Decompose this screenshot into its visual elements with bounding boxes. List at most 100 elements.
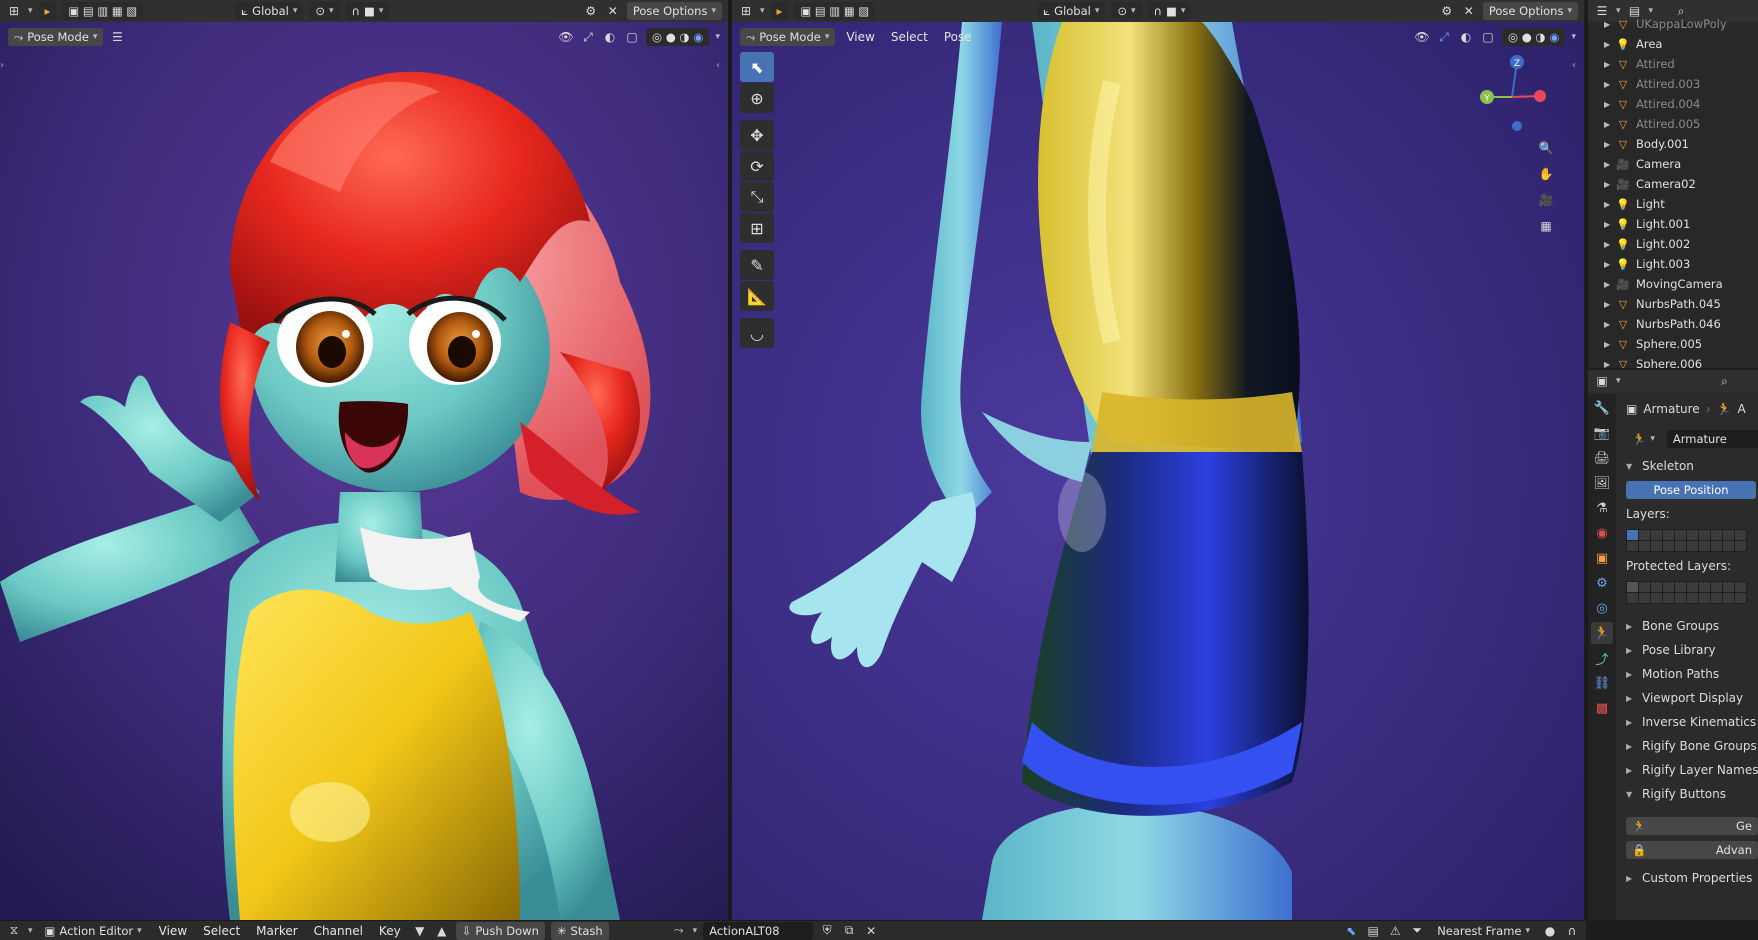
pivot-dropdown[interactable]: ⊙ ▾ — [309, 2, 340, 20]
object-tab-icon[interactable]: ▣ — [1591, 547, 1613, 569]
hand-pan-icon[interactable]: ✋ — [1538, 166, 1554, 182]
menu-key[interactable]: Key — [374, 924, 406, 938]
outliner-item[interactable]: ▶ ▽ Attired.003 — [1588, 74, 1758, 94]
right-mode-dropdown[interactable]: ⤳ Pose Mode ▾ — [740, 28, 836, 46]
pose-position-button[interactable]: Pose Position — [1626, 481, 1756, 499]
outliner-item[interactable]: ▶ ▽ Attired.005 — [1588, 114, 1758, 134]
measure-tool[interactable]: 📐 — [740, 281, 774, 311]
datablock-browse-button[interactable]: 🏃 ▾ — [1626, 430, 1661, 448]
visibility-icon[interactable]: 👁 — [1414, 29, 1430, 45]
select-tool-button[interactable]: ▸ — [770, 2, 789, 20]
proportional-icon[interactable]: ⚙ — [583, 3, 599, 19]
push-down-button[interactable]: ⇩ Push Down — [455, 921, 545, 940]
chevron-right-icon[interactable]: ▶ — [1604, 300, 1610, 309]
editor-type-icon[interactable]: ▣ — [1594, 373, 1610, 389]
chevron-right-icon[interactable]: ▶ — [1604, 240, 1610, 249]
skeleton-panel-header[interactable]: ▼ Skeleton — [1616, 454, 1758, 478]
properties-subpanel[interactable]: ▶ Bone Groups — [1616, 614, 1758, 638]
properties-subpanel[interactable]: ▶ Inverse Kinematics — [1616, 710, 1758, 734]
shading-buttons[interactable]: ◎ ● ◑ ◉ — [1502, 28, 1566, 46]
editor-type-icon[interactable]: ⊞ — [738, 3, 754, 19]
overlay-toggle-icon[interactable]: ◐ — [1458, 29, 1474, 45]
snap-mode-dropdown[interactable]: Nearest Frame ▾ — [1431, 921, 1536, 940]
left-collapse-arrow-icon[interactable]: › — [0, 60, 4, 71]
properties-subpanel[interactable]: ▶ Rigify Bone Groups — [1616, 734, 1758, 758]
outliner-item[interactable]: ▶ 💡 Light.002 — [1588, 234, 1758, 254]
gizmo-toggle-icon[interactable]: ⤢ — [580, 29, 596, 45]
output-tab-icon[interactable]: 🖨 — [1591, 447, 1613, 469]
world-tab-icon[interactable]: ◉ — [1591, 522, 1613, 544]
snap-toggle[interactable]: ∩ ■ ▾ — [1147, 2, 1192, 20]
outliner-item[interactable]: ▶ ▽ UKappaLowPoly — [1588, 14, 1758, 34]
menu-view[interactable]: View — [841, 30, 879, 44]
chevron-right-icon[interactable]: ▶ — [1604, 160, 1610, 169]
select-mode-buttons[interactable]: ▣ ▤ ▥ ▦ ▧ — [794, 2, 876, 20]
outliner-item[interactable]: ▶ 🎥 MovingCamera — [1588, 274, 1758, 294]
pivot-dropdown[interactable]: ⊙ ▾ — [1111, 2, 1142, 20]
proportional-edit-icon[interactable]: ● — [1542, 923, 1558, 939]
properties-subpanel[interactable]: ▶ Rigify Layer Names — [1616, 758, 1758, 782]
chevron-right-icon[interactable]: ▶ — [1604, 80, 1610, 89]
show-hidden-icon[interactable]: ▤ — [1365, 923, 1381, 939]
navigation-gizmo[interactable]: Z Y — [1472, 52, 1552, 132]
modifier-tab-icon[interactable]: ⚙ — [1591, 572, 1613, 594]
fake-user-icon[interactable]: ⛨ — [819, 923, 835, 939]
editor-type-icon[interactable]: ⧖ — [6, 923, 22, 939]
view-layer-tab-icon[interactable]: 🖼 — [1591, 472, 1613, 494]
overlay-toggle-icon[interactable]: ◐ — [602, 29, 618, 45]
outliner-item[interactable]: ▶ ▽ Attired.004 — [1588, 94, 1758, 114]
hamburger-menu-icon[interactable]: ☰ — [109, 29, 125, 45]
breakdowner-tool[interactable]: ◡ — [740, 318, 774, 348]
annotate-tool[interactable]: ✎ — [740, 250, 774, 280]
cursor-tool[interactable]: ⊕ — [740, 83, 774, 113]
outliner-item[interactable]: ▶ 🎥 Camera02 — [1588, 174, 1758, 194]
action-name-field[interactable]: ActionALT08 — [703, 921, 814, 940]
armature-data-tab-icon[interactable]: 🏃 — [1591, 622, 1613, 644]
chevron-right-icon[interactable]: ▶ — [1604, 220, 1610, 229]
chevron-right-icon[interactable]: ▶ — [1604, 200, 1610, 209]
pose-options-dropdown[interactable]: Pose Options ▾ — [1482, 2, 1578, 20]
action-browse-icon[interactable]: ⤳ — [671, 923, 687, 939]
select-tool-button[interactable]: ▸ — [38, 2, 57, 20]
outliner-item[interactable]: ▶ ▽ NurbsPath.046 — [1588, 314, 1758, 334]
left-expand-arrow-icon[interactable]: ‹ — [716, 60, 720, 71]
physics-tab-icon[interactable]: ◎ — [1591, 597, 1613, 619]
interpolation-icon[interactable]: ▲ — [434, 923, 450, 939]
filter-icon[interactable]: ⏷ — [1409, 923, 1425, 939]
chevron-right-icon[interactable]: ▶ — [1604, 320, 1610, 329]
datablock-name-field[interactable]: Armature — [1666, 430, 1758, 448]
editor-type-icon[interactable]: ⊞ — [6, 3, 22, 19]
properties-subpanel[interactable]: ▶ Pose Library — [1616, 638, 1758, 662]
menu-marker[interactable]: Marker — [251, 924, 302, 938]
close-icon[interactable]: ✕ — [1461, 3, 1477, 19]
chevron-right-icon[interactable]: ▶ — [1604, 360, 1610, 369]
perspective-grid-icon[interactable]: ▦ — [1538, 218, 1554, 234]
properties-subpanel[interactable]: ▶ Motion Paths — [1616, 662, 1758, 686]
bone-constraint-tab-icon[interactable]: ⛓ — [1591, 672, 1613, 694]
xray-icon[interactable]: ▢ — [624, 29, 640, 45]
protected-layers-grid[interactable] — [1626, 580, 1747, 604]
outliner-item[interactable]: ▶ ▽ NurbsPath.045 — [1588, 294, 1758, 314]
advanced-options-button[interactable]: 🔒 Advan — [1626, 841, 1758, 859]
generate-rig-button[interactable]: 🏃 Ge — [1626, 817, 1758, 835]
only-errors-icon[interactable]: ⚠ — [1387, 923, 1403, 939]
orientation-dropdown[interactable]: ⟀ Global ▾ — [235, 2, 304, 20]
chevron-right-icon[interactable]: ▶ — [1604, 120, 1610, 129]
rotate-tool[interactable]: ⟳ — [740, 151, 774, 181]
outliner-item[interactable]: ▶ ▽ Body.001 — [1588, 134, 1758, 154]
select-mode-buttons[interactable]: ▣ ▤ ▥ ▦ ▧ — [62, 2, 144, 20]
scale-tool[interactable]: ⤡ — [740, 182, 774, 212]
search-icon[interactable]: ⌕ — [1717, 373, 1733, 389]
outliner-item[interactable]: ▶ ▽ Sphere.005 — [1588, 334, 1758, 354]
stash-button[interactable]: ✳ Stash — [550, 921, 609, 940]
outliner-item[interactable]: ▶ 💡 Area — [1588, 34, 1758, 54]
outliner-item[interactable]: ▶ 🎥 Camera — [1588, 154, 1758, 174]
tool-tab-icon[interactable]: 🔧 — [1591, 397, 1613, 419]
proportional-icon[interactable]: ⚙ — [1439, 3, 1455, 19]
rigify-buttons-panel[interactable]: ▼ Rigify Buttons — [1616, 782, 1758, 806]
orientation-dropdown[interactable]: ⟀ Global ▾ — [1037, 2, 1106, 20]
visibility-icon[interactable]: 👁 — [558, 29, 574, 45]
chevron-right-icon[interactable]: ▶ — [1604, 40, 1610, 49]
chevron-right-icon[interactable]: ▶ — [1604, 340, 1610, 349]
menu-channel[interactable]: Channel — [309, 924, 368, 938]
